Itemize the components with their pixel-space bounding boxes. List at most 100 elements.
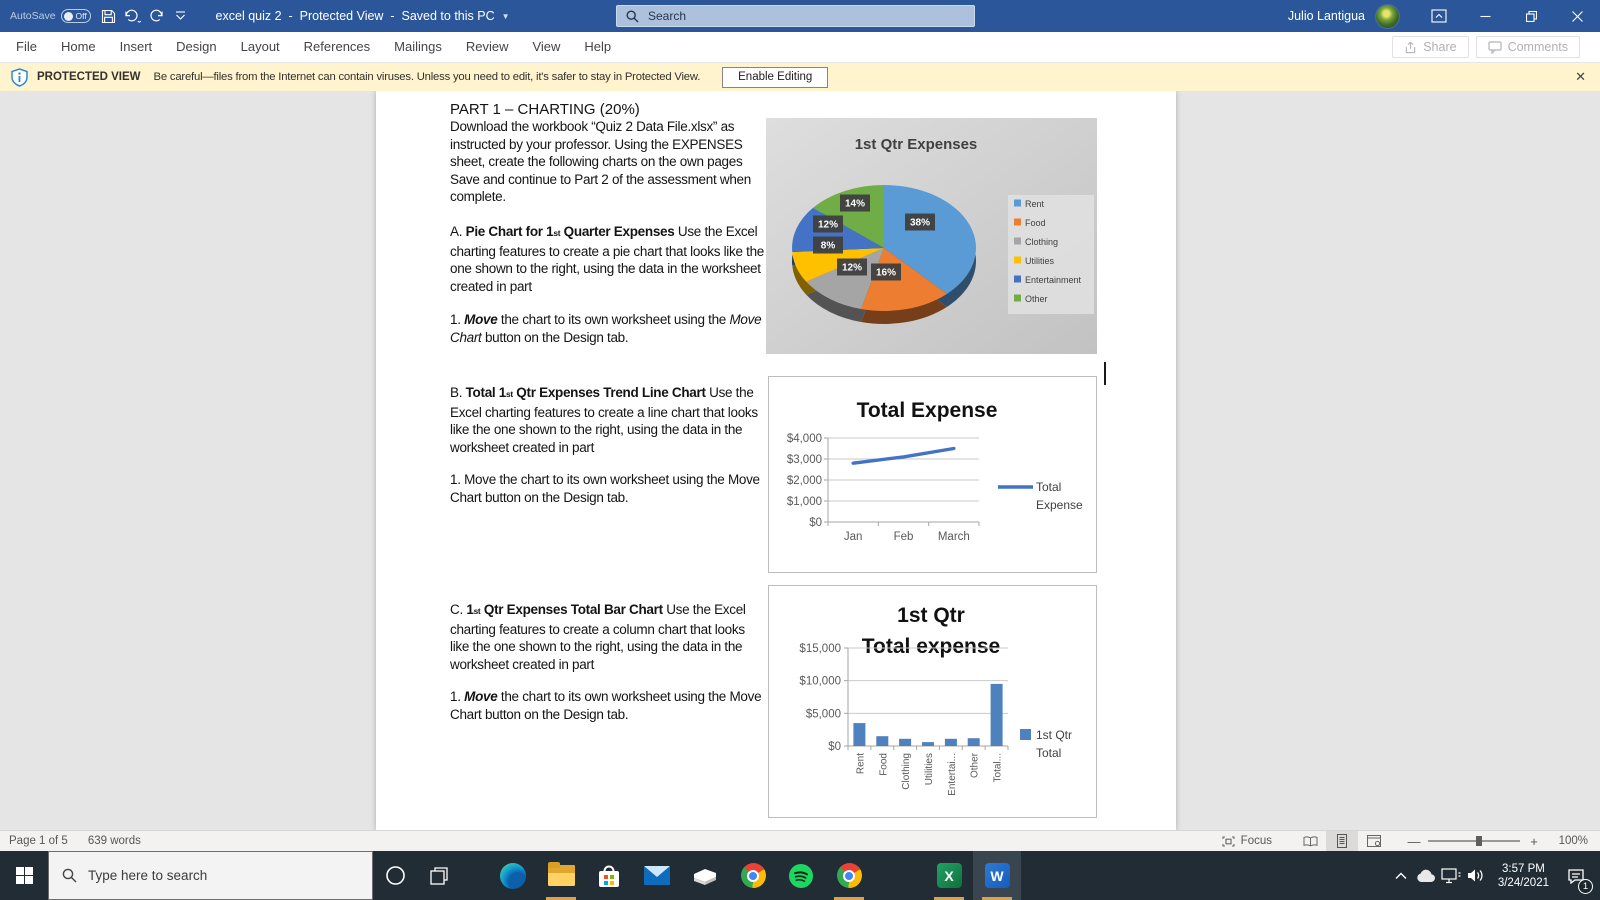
comment-icon xyxy=(1487,40,1502,54)
tab-insert[interactable]: Insert xyxy=(108,32,165,62)
svg-text:Total expense: Total expense xyxy=(862,635,1001,658)
svg-text:Clothing: Clothing xyxy=(901,753,912,790)
mail-icon[interactable] xyxy=(633,851,681,900)
document-area[interactable]: PART 1 – CHARTING (20%) Download the wor… xyxy=(0,91,1600,830)
restore-button[interactable] xyxy=(1508,0,1554,32)
svg-text:Entertai...: Entertai... xyxy=(947,753,958,796)
document-page[interactable]: PART 1 – CHARTING (20%) Download the wor… xyxy=(376,91,1176,830)
task-view-button[interactable] xyxy=(417,851,461,900)
word-icon[interactable]: W xyxy=(973,851,1021,900)
read-mode-icon xyxy=(1303,835,1317,846)
search-box[interactable] xyxy=(616,5,975,27)
undo-button[interactable] xyxy=(121,0,145,32)
pie-chart-image[interactable]: 1st Qtr Expenses 38% 16% 12% 8% 12% 14% Rent Foo… xyxy=(766,118,1097,354)
zoom-in-button[interactable]: + xyxy=(1524,834,1544,849)
protected-view-banner: PROTECTED VIEW Be careful—files from the… xyxy=(0,63,1600,91)
zoom-slider-thumb[interactable] xyxy=(1476,836,1482,846)
tab-layout[interactable]: Layout xyxy=(229,32,292,62)
doc-paragraph: 1. Move the chart to its own worksheet u… xyxy=(450,312,762,345)
ribbon-display-options-button[interactable] xyxy=(1416,0,1462,32)
redo-button[interactable] xyxy=(145,0,169,32)
user-name[interactable]: Julio Lantigua xyxy=(1288,9,1365,23)
svg-text:1st Qtr: 1st Qtr xyxy=(1036,728,1072,742)
ribbon-display-icon xyxy=(1431,9,1447,23)
network-button[interactable] xyxy=(1439,851,1464,900)
svg-text:$3,000: $3,000 xyxy=(787,454,822,466)
svg-text:14%: 14% xyxy=(845,199,865,210)
bar-chart-image[interactable]: 1st Qtr Total expense $0 $5,000 $10,000 $15,0… xyxy=(768,585,1097,818)
tab-file[interactable]: File xyxy=(4,32,49,62)
tab-help[interactable]: Help xyxy=(572,32,623,62)
volume-button[interactable] xyxy=(1464,851,1489,900)
svg-text:$0: $0 xyxy=(809,517,822,529)
autosave-state: Off xyxy=(75,11,87,21)
autosave-pill[interactable]: Off xyxy=(60,9,91,23)
taskbar-search-box[interactable] xyxy=(48,851,373,900)
autosave-label: AutoSave xyxy=(10,10,56,22)
page-indicator[interactable]: Page 1 of 5 xyxy=(9,835,68,847)
book-app-icon[interactable] xyxy=(681,851,729,900)
banner-close-icon[interactable]: ✕ xyxy=(1575,69,1586,85)
chrome-icon[interactable] xyxy=(729,851,777,900)
comments-button[interactable]: Comments xyxy=(1475,36,1580,58)
zoom-level[interactable]: 100% xyxy=(1554,835,1588,847)
close-button[interactable] xyxy=(1554,0,1600,32)
word-count[interactable]: 639 words xyxy=(88,835,141,847)
svg-text:1st Qtr Expenses: 1st Qtr Expenses xyxy=(855,136,978,153)
edge-icon[interactable] xyxy=(489,851,537,900)
tab-design[interactable]: Design xyxy=(164,32,228,62)
clock-date: 3/24/2021 xyxy=(1497,876,1549,889)
redo-icon xyxy=(150,9,163,22)
cloud-icon xyxy=(1417,869,1435,882)
search-input[interactable] xyxy=(648,9,928,23)
avatar[interactable] xyxy=(1375,3,1400,29)
svg-text:Food: Food xyxy=(1025,218,1046,228)
print-layout-button[interactable] xyxy=(1326,831,1358,851)
start-button[interactable] xyxy=(0,851,48,900)
document-title[interactable]: excel quiz 2 - Protected View - Saved to… xyxy=(216,9,510,23)
close-icon xyxy=(1571,10,1583,22)
tab-view[interactable]: View xyxy=(520,32,572,62)
chrome-2-icon[interactable] xyxy=(825,851,873,900)
doc-paragraph: Download the workbook “Quiz 2 Data File.… xyxy=(450,119,751,205)
tab-mailings[interactable]: Mailings xyxy=(382,32,454,62)
svg-text:$2,000: $2,000 xyxy=(787,475,822,487)
tab-home[interactable]: Home xyxy=(49,32,108,62)
doc-paragraph: B. Total 1st Qtr Expenses Trend Line Cha… xyxy=(450,385,758,455)
svg-text:Total: Total xyxy=(1036,746,1061,760)
enable-editing-button[interactable]: Enable Editing xyxy=(722,66,829,88)
spotify-icon[interactable] xyxy=(777,851,825,900)
minimize-button[interactable] xyxy=(1462,0,1508,32)
customize-qat-button[interactable] xyxy=(169,0,193,32)
web-layout-button[interactable] xyxy=(1358,831,1390,851)
file-explorer-icon[interactable] xyxy=(537,851,585,900)
store-icon[interactable] xyxy=(585,851,633,900)
restore-icon xyxy=(1525,10,1537,22)
svg-text:Total Expense: Total Expense xyxy=(857,399,998,422)
tab-review[interactable]: Review xyxy=(454,32,521,62)
focus-button[interactable]: Focus xyxy=(1222,835,1272,847)
tray-expand-button[interactable] xyxy=(1389,851,1414,900)
read-mode-button[interactable] xyxy=(1294,831,1326,851)
taskbar-search-input[interactable] xyxy=(88,868,338,883)
excel-icon[interactable]: X xyxy=(925,851,973,900)
svg-text:$15,000: $15,000 xyxy=(799,643,841,655)
clock[interactable]: 3:57 PM 3/24/2021 xyxy=(1498,862,1549,890)
windows-logo-icon xyxy=(15,867,33,884)
status-bar: Page 1 of 5 639 words Focus — + 100% xyxy=(0,830,1600,851)
line-chart-image[interactable]: Total Expense $0 $1,000 $2,000 $3,000 $4,000 J… xyxy=(768,376,1097,573)
share-button[interactable]: Share xyxy=(1392,36,1469,58)
zoom-slider[interactable] xyxy=(1428,836,1520,846)
action-center-button[interactable]: 1 xyxy=(1558,851,1594,900)
clock-time: 3:57 PM xyxy=(1502,862,1545,875)
quick-access-toolbar xyxy=(97,0,193,32)
save-button[interactable] xyxy=(97,0,121,32)
autosave-toggle[interactable]: AutoSave Off xyxy=(10,9,91,23)
tab-references[interactable]: References xyxy=(292,32,382,62)
cortana-button[interactable] xyxy=(373,851,417,900)
doc-paragraph: 1. Move the chart to its own worksheet u… xyxy=(450,689,762,722)
svg-text:March: March xyxy=(938,531,970,543)
zoom-out-button[interactable]: — xyxy=(1404,834,1424,849)
speaker-icon xyxy=(1468,869,1483,882)
onedrive-button[interactable] xyxy=(1414,851,1439,900)
